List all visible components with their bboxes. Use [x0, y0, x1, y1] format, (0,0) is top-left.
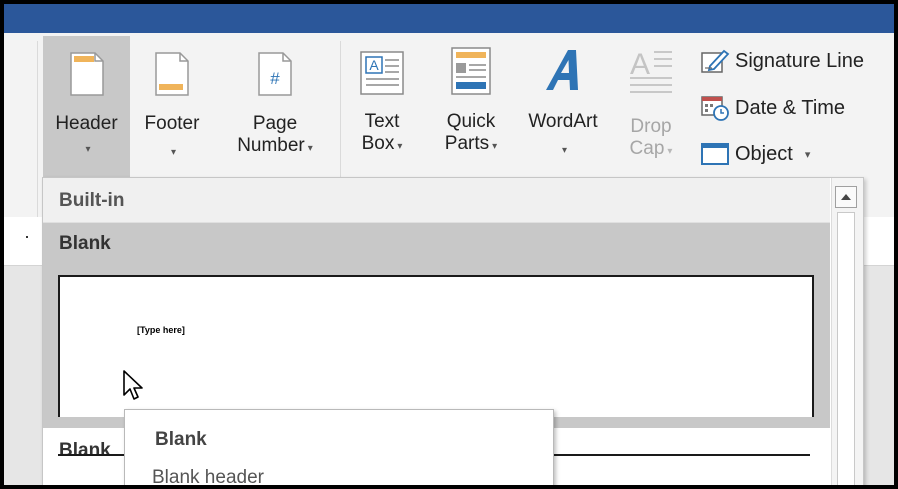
header-icon — [69, 52, 104, 96]
wordart-label: WordArt — [528, 111, 598, 132]
tooltip: Blank Blank header — [124, 409, 554, 488]
group-separator — [37, 41, 38, 221]
footer-dropdown-arrow[interactable]: ▾ — [171, 147, 176, 158]
footer-button[interactable]: Footer ▾ — [132, 36, 212, 188]
svg-text:A: A — [369, 57, 379, 73]
header-dropdown-arrow[interactable]: ▾ — [46, 139, 130, 161]
text-box-icon: A — [360, 51, 404, 95]
page-number-button[interactable]: # Page Number ▾ — [214, 36, 336, 188]
scroll-thumb[interactable] — [837, 212, 855, 485]
quick-parts-dropdown-arrow[interactable]: ▾ — [492, 141, 497, 152]
drop-cap-dropdown-arrow[interactable]: ▾ — [667, 146, 672, 157]
tooltip-description: Blank header — [152, 467, 264, 488]
built-in-section-header: Built-in — [43, 178, 830, 223]
page-number-label-line2: Number — [237, 135, 305, 156]
text-box-button[interactable]: A Text Box ▾ — [347, 36, 417, 188]
ruler-mark — [26, 236, 28, 238]
page-number-icon: # — [258, 52, 292, 96]
object-label: Object — [735, 142, 793, 165]
date-time-icon — [701, 96, 729, 121]
header-preview[interactable]: [Type here] — [58, 275, 814, 417]
footer-label: Footer — [144, 113, 200, 134]
header-preview-placeholder: [Type here] — [137, 325, 185, 335]
object-button[interactable]: Object ▾ — [700, 139, 810, 169]
svg-text:A: A — [630, 48, 650, 81]
quick-parts-icon — [451, 47, 491, 95]
header-button[interactable]: Header ▾ — [43, 36, 130, 188]
title-bar — [4, 4, 894, 33]
drop-cap-label-line2: Cap — [629, 138, 665, 159]
tooltip-title: Blank — [155, 429, 207, 450]
word-window: Header ▾ Footer ▾ # Page Number ▾ A Text… — [0, 0, 898, 489]
signature-line-button[interactable]: Signature Line — [700, 46, 864, 76]
quick-parts-label-line1: Quick — [446, 111, 496, 132]
gallery-item-title: Blank — [59, 233, 111, 254]
signature-line-label: Signature Line — [735, 49, 864, 72]
gallery-item-blank[interactable]: Blank [Type here] — [43, 223, 830, 428]
gallery-scrollbar[interactable] — [831, 178, 863, 485]
wordart-icon — [546, 50, 578, 90]
quick-parts-label-line2: Parts — [444, 133, 490, 154]
scroll-up-button[interactable] — [835, 186, 857, 208]
page-number-dropdown-arrow[interactable]: ▾ — [308, 143, 313, 154]
object-icon — [701, 143, 729, 165]
drop-cap-icon: A — [630, 48, 672, 93]
text-box-label-line2: Box — [361, 133, 395, 154]
wordart-dropdown-arrow[interactable]: ▾ — [562, 145, 567, 156]
page-number-label-line1: Page — [252, 113, 298, 134]
drop-cap-button[interactable]: A Drop Cap ▾ — [616, 36, 686, 188]
svg-text:#: # — [270, 69, 280, 88]
wordart-button[interactable]: WordArt ▾ — [514, 36, 612, 188]
header-label: Header — [55, 113, 118, 134]
scroll-up-icon — [841, 194, 851, 200]
signature-line-icon — [701, 49, 730, 73]
drop-cap-label-line1: Drop — [630, 116, 672, 137]
object-dropdown-arrow[interactable]: ▾ — [805, 148, 811, 161]
mouse-cursor-icon — [123, 370, 143, 400]
date-time-label: Date & Time — [735, 96, 846, 119]
built-in-label: Built-in — [59, 190, 125, 211]
text-box-label-line1: Text — [364, 111, 400, 132]
date-time-button[interactable]: Date & Time — [700, 93, 845, 123]
footer-icon — [155, 52, 189, 96]
text-box-dropdown-arrow[interactable]: ▾ — [397, 141, 402, 152]
quick-parts-button[interactable]: Quick Parts ▾ — [431, 36, 511, 188]
